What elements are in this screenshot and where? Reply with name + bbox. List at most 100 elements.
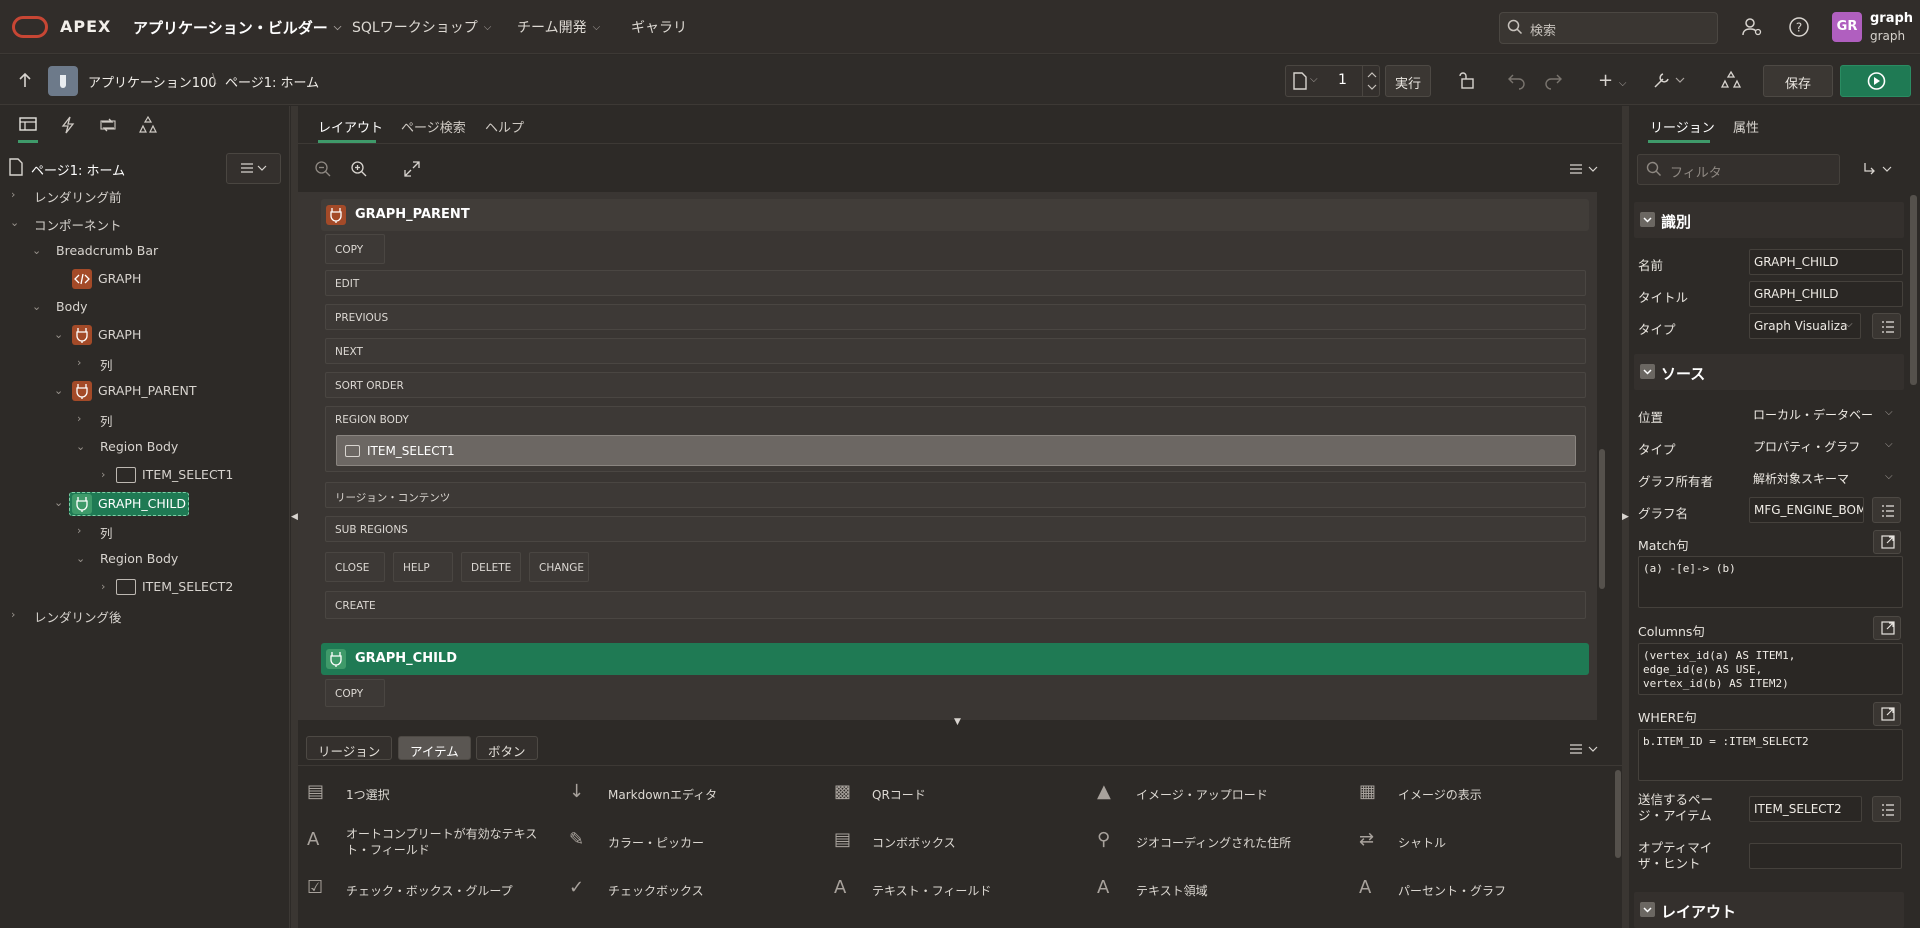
layout-scrollbar[interactable] bbox=[1597, 192, 1607, 720]
nav-app-builder[interactable]: アプリケーション・ビルダー ⌵ bbox=[133, 17, 341, 38]
tab-help[interactable]: ヘルプ bbox=[485, 117, 524, 136]
rendering-tab-icon[interactable] bbox=[19, 116, 37, 132]
create-plus-icon[interactable]: + ⌵ bbox=[1598, 70, 1626, 91]
tree-menu-button[interactable] bbox=[226, 153, 281, 184]
gallery-item-checkbox-group[interactable]: チェック・ボックス・グループ bbox=[346, 882, 513, 899]
chevron-right-icon[interactable]: › bbox=[77, 356, 81, 369]
gallery-tab-items[interactable]: アイテム bbox=[398, 736, 471, 760]
gallery-scrollbar[interactable] bbox=[1615, 770, 1621, 858]
gallery-item-autocomplete[interactable]: オートコンプリートが有効なテキスト・フィールド bbox=[346, 826, 546, 858]
tree-columns-1[interactable]: 列 bbox=[100, 355, 113, 374]
resize-handle-icon[interactable]: ▼ bbox=[954, 717, 961, 727]
checkbox-group-icon[interactable]: ☑ bbox=[307, 877, 323, 898]
tree-breadcrumb-bar[interactable]: Breadcrumb Bar bbox=[56, 243, 158, 258]
slot-close[interactable]: CLOSE bbox=[325, 552, 385, 582]
list-button[interactable] bbox=[1872, 796, 1901, 822]
slot-help[interactable]: HELP bbox=[393, 552, 453, 582]
gallery-tab-regions[interactable]: リージョン bbox=[306, 736, 393, 760]
chevron-right-icon[interactable]: › bbox=[101, 468, 105, 481]
location-select[interactable]: ローカル・データベー bbox=[1749, 401, 1879, 427]
oracle-logo-icon[interactable] bbox=[12, 16, 48, 38]
collapse-icon[interactable] bbox=[1640, 902, 1655, 917]
tree-region-body-2[interactable]: Region Body bbox=[100, 551, 178, 566]
submit-items-field[interactable]: ITEM_SELECT2 bbox=[1749, 796, 1862, 822]
source-type-select[interactable]: プロパティ・グラフ bbox=[1749, 433, 1879, 459]
goto-group-icon[interactable] bbox=[1862, 160, 1896, 178]
chevron-down-icon[interactable]: ⌄ bbox=[32, 244, 41, 257]
gallery-item-qr[interactable]: QRコード bbox=[872, 786, 926, 803]
graph-name-field[interactable]: MFG_ENGINE_BOM bbox=[1749, 497, 1864, 523]
processing-icon[interactable] bbox=[99, 116, 117, 134]
undo-icon[interactable] bbox=[1507, 70, 1527, 90]
title-field[interactable]: GRAPH_CHILD bbox=[1749, 281, 1903, 307]
zoom-out-icon[interactable] bbox=[314, 160, 332, 178]
slot-change[interactable]: CHANGE bbox=[529, 552, 589, 582]
chevron-right-icon[interactable]: › bbox=[77, 412, 81, 425]
run-page-button[interactable]: 実行 bbox=[1385, 65, 1431, 97]
collapse-icon[interactable] bbox=[1640, 212, 1655, 227]
gallery-item-geocoded-address[interactable]: ジオコーディングされた住所 bbox=[1136, 834, 1291, 851]
chevron-down-icon[interactable]: ⌄ bbox=[76, 440, 85, 453]
tree-graph-child[interactable]: GRAPH_CHILD bbox=[98, 496, 186, 511]
slot-edit[interactable]: EDIT bbox=[325, 270, 1586, 296]
collapse-icon[interactable] bbox=[1640, 364, 1655, 379]
slot-previous[interactable]: PREVIOUS bbox=[325, 304, 1586, 330]
help-icon[interactable]: ? bbox=[1788, 16, 1810, 38]
unlock-icon[interactable] bbox=[1456, 70, 1476, 90]
location-pin-icon[interactable]: ⚲ bbox=[1097, 829, 1110, 850]
nav-team-dev[interactable]: チーム開発 ⌵ bbox=[517, 17, 600, 37]
color-picker-icon[interactable]: ✎ bbox=[569, 829, 584, 850]
search-input[interactable]: 検索 bbox=[1499, 12, 1718, 44]
shared-components-tab-icon[interactable] bbox=[139, 116, 157, 134]
shuttle-icon[interactable]: ⇄ bbox=[1359, 829, 1374, 850]
chevron-down-icon[interactable]: ⌄ bbox=[32, 300, 41, 313]
name-field[interactable]: GRAPH_CHILD bbox=[1749, 249, 1903, 275]
breadcrumb-page[interactable]: ページ1: ホーム bbox=[225, 72, 319, 91]
expand-editor-button[interactable] bbox=[1873, 616, 1901, 640]
nav-sql-workshop[interactable]: SQLワークショップ ⌵ bbox=[352, 17, 491, 37]
save-button[interactable]: 保存 bbox=[1763, 65, 1833, 97]
gallery-item-markdown[interactable]: Markdownエディタ bbox=[608, 786, 717, 803]
chevron-down-icon[interactable]: ⌄ bbox=[54, 496, 63, 509]
collapse-left-icon[interactable]: ◀ bbox=[291, 512, 298, 522]
gallery-item-color-picker[interactable]: カラー・ピッカー bbox=[608, 834, 704, 851]
list-button[interactable] bbox=[1872, 497, 1901, 523]
chevron-right-icon[interactable]: › bbox=[101, 580, 105, 593]
textarea-icon[interactable]: A bbox=[1097, 877, 1109, 898]
tree-page-title[interactable]: ページ1: ホーム bbox=[31, 160, 125, 179]
page-stepper[interactable] bbox=[1362, 66, 1380, 96]
slot-delete[interactable]: DELETE bbox=[461, 552, 521, 582]
chevron-right-icon[interactable]: › bbox=[77, 524, 81, 537]
columns-textarea[interactable]: (vertex_id(a) AS ITEM1, edge_id(e) AS US… bbox=[1638, 643, 1903, 695]
property-scrollbar[interactable] bbox=[1910, 195, 1917, 385]
gallery-item-checkbox[interactable]: チェックボックス bbox=[608, 882, 704, 899]
gallery-item-percent-graph[interactable]: パーセント・グラフ bbox=[1398, 882, 1506, 899]
user-admin-icon[interactable] bbox=[1741, 16, 1763, 38]
select-list-icon[interactable]: ▤ bbox=[307, 781, 324, 802]
expand-editor-button[interactable] bbox=[1873, 702, 1901, 726]
percent-graph-icon[interactable]: A bbox=[1359, 877, 1371, 898]
autocomplete-icon[interactable]: A bbox=[307, 829, 319, 850]
user-name[interactable]: graph bbox=[1870, 11, 1913, 26]
gallery-item-textarea[interactable]: テキスト領域 bbox=[1136, 882, 1208, 899]
graph-owner-select[interactable]: 解析対象スキーマ bbox=[1749, 465, 1879, 491]
chevron-right-icon[interactable]: › bbox=[11, 188, 15, 201]
region-graph-parent-header[interactable]: GRAPH_PARENT bbox=[321, 199, 1589, 231]
apex-brand[interactable]: APEX bbox=[60, 17, 111, 36]
qr-code-icon[interactable]: ▩ bbox=[834, 781, 851, 802]
slot-copy[interactable]: COPY bbox=[325, 234, 385, 264]
zoom-in-icon[interactable] bbox=[350, 160, 368, 178]
text-field-icon[interactable]: A bbox=[834, 877, 846, 898]
filter-input[interactable]: フィルタ bbox=[1637, 154, 1840, 185]
chevron-down-icon[interactable]: ⌄ bbox=[54, 328, 63, 341]
expand-editor-button[interactable] bbox=[1873, 530, 1901, 554]
arrow-up-icon[interactable] bbox=[18, 72, 32, 88]
expand-icon[interactable] bbox=[403, 160, 421, 178]
tree-graph-parent[interactable]: GRAPH_PARENT bbox=[98, 383, 196, 398]
avatar[interactable]: GR bbox=[1832, 12, 1862, 42]
slot-next[interactable]: NEXT bbox=[325, 338, 1586, 364]
page-number[interactable]: 1 bbox=[1338, 72, 1347, 88]
utilities-wrench-icon[interactable] bbox=[1652, 70, 1686, 90]
tree-graph-region[interactable]: GRAPH bbox=[98, 327, 141, 342]
tree-item-select1[interactable]: ITEM_SELECT1 bbox=[142, 467, 233, 482]
